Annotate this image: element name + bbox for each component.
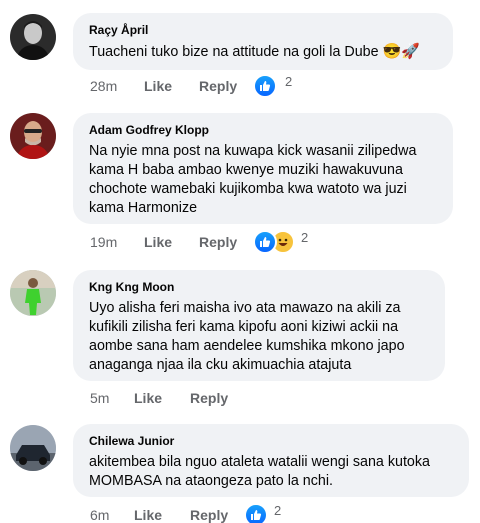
avatar[interactable] [10,14,56,60]
avatar[interactable] [10,270,56,316]
reply-button[interactable]: Reply [190,390,228,406]
comment-bubble: Kng Kng Moon Uyo alisha feri maisha ivo … [73,270,445,381]
comment-timestamp[interactable]: 19m [90,234,117,250]
comment-author[interactable]: Kng Kng Moon [89,280,431,295]
like-button[interactable]: Like [144,78,172,94]
comment-text: akitembea bila nguo ataleta watalii weng… [89,454,430,489]
comment-bubble: Chilewa Junior akitembea bila nguo atale… [73,424,469,497]
reply-button[interactable]: Reply [190,507,228,523]
comment-timestamp[interactable]: 5m [90,390,109,406]
comment-text: Uyo alisha feri maisha ivo ata mawazo na… [89,300,405,373]
profile-photo-icon [10,425,56,471]
profile-photo-icon [10,14,56,60]
comment-author[interactable]: Raçy Åpril [89,23,439,38]
reply-button[interactable]: Reply [199,78,237,94]
reaction-count: 2 [301,230,309,245]
comment-timestamp[interactable]: 28m [90,78,117,94]
profile-photo-icon [10,113,56,159]
reaction-count: 2 [274,503,282,518]
like-icon [253,74,277,98]
like-icon [244,503,268,523]
comment-text: Tuacheni tuko bize na attitude na goli l… [89,43,420,60]
comment-timestamp[interactable]: 6m [90,507,109,523]
like-icon [253,230,277,254]
like-button[interactable]: Like [134,390,162,406]
comment-text: Na nyie mna post na kuwapa kick wasanii … [89,143,417,216]
comment-bubble: Raçy Åpril Tuacheni tuko bize na attitud… [73,13,453,70]
reply-button[interactable]: Reply [199,234,237,250]
like-button[interactable]: Like [144,234,172,250]
comment-author[interactable]: Adam Godfrey Klopp [89,123,439,138]
avatar[interactable] [10,113,56,159]
avatar[interactable] [10,425,56,471]
reaction-count: 2 [285,74,293,89]
comment-author[interactable]: Chilewa Junior [89,434,455,449]
emoji: 😎🚀 [382,43,420,60]
comment-bubble: Adam Godfrey Klopp Na nyie mna post na k… [73,113,453,224]
like-button[interactable]: Like [134,507,162,523]
profile-photo-icon [10,270,56,316]
